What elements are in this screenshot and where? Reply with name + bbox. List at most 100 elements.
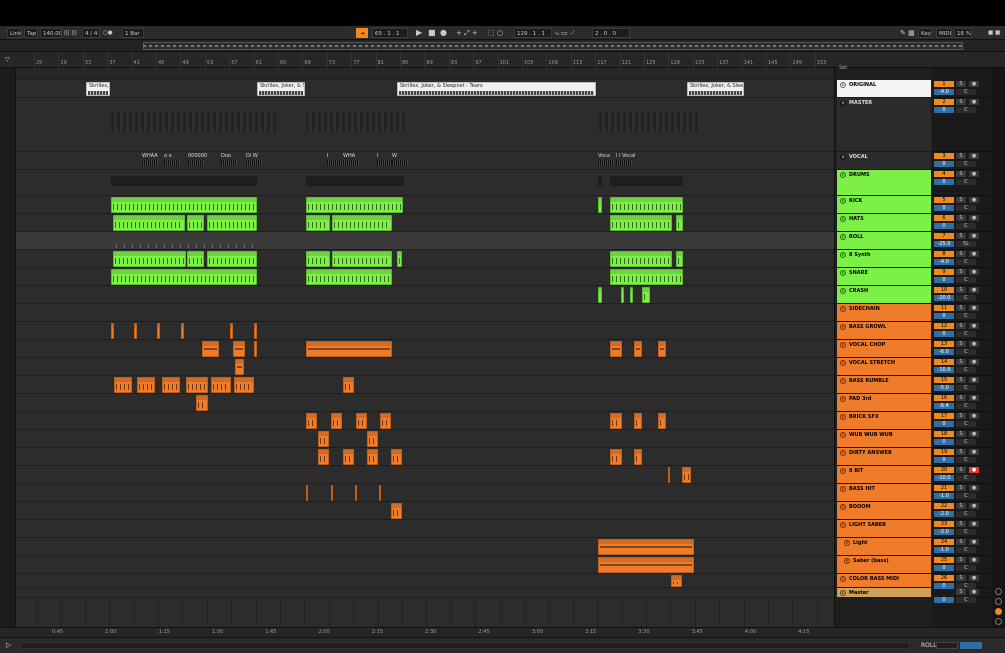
track-activator-button[interactable]: 13 bbox=[934, 341, 954, 347]
clip[interactable] bbox=[397, 251, 402, 267]
pan-field[interactable]: C bbox=[956, 367, 976, 373]
stop-icon[interactable]: ■ bbox=[428, 28, 436, 38]
arm-button[interactable]: ● bbox=[969, 395, 979, 401]
volume-field[interactable]: -2.0 bbox=[934, 529, 954, 535]
clip[interactable] bbox=[306, 269, 392, 285]
track-lane[interactable] bbox=[16, 448, 834, 466]
clip[interactable] bbox=[306, 251, 330, 267]
key-map-button[interactable]: Key bbox=[918, 28, 932, 38]
volume-field[interactable]: -20.0 bbox=[934, 295, 954, 301]
clip[interactable] bbox=[331, 485, 333, 501]
arm-button[interactable]: ● bbox=[969, 251, 979, 257]
arm-button[interactable]: ● bbox=[969, 233, 979, 239]
reference-clip[interactable]: Skrillex, Joker, & Sleepnet - Tears bbox=[397, 82, 596, 96]
volume-field[interactable]: 0 bbox=[934, 223, 954, 229]
clip[interactable] bbox=[610, 341, 622, 357]
clip[interactable] bbox=[111, 323, 114, 339]
clip[interactable] bbox=[610, 197, 683, 213]
clip[interactable] bbox=[332, 251, 392, 267]
clip[interactable] bbox=[181, 323, 184, 339]
clip[interactable] bbox=[367, 449, 378, 465]
clip[interactable] bbox=[391, 503, 402, 519]
pan-field[interactable]: C bbox=[956, 385, 976, 391]
fold-icon[interactable]: v bbox=[844, 558, 850, 564]
fold-icon[interactable]: v bbox=[840, 450, 846, 456]
arm-button[interactable]: ● bbox=[969, 485, 979, 491]
track-lane[interactable] bbox=[16, 556, 834, 574]
volume-field[interactable]: -2.0 bbox=[934, 511, 954, 517]
pan-field[interactable]: C bbox=[956, 511, 976, 517]
track-header-drums[interactable]: v DRUMS bbox=[837, 170, 931, 196]
track-header-master[interactable]: v Master bbox=[837, 588, 931, 598]
track-header-bass-hit[interactable]: v BASS HIT bbox=[837, 484, 931, 502]
fold-icon[interactable]: v bbox=[840, 378, 846, 384]
track-activator-button[interactable]: 26 bbox=[934, 575, 954, 581]
pan-field[interactable]: C bbox=[956, 421, 976, 427]
track-header-8-synth[interactable]: v8 Synth bbox=[837, 250, 931, 268]
track-activator-button[interactable]: 23 bbox=[934, 521, 954, 527]
track-header-master[interactable]: v MASTER bbox=[837, 98, 931, 152]
fold-icon[interactable]: v bbox=[840, 396, 846, 402]
volume-field[interactable]: 0 bbox=[934, 597, 954, 603]
pan-field[interactable]: C bbox=[956, 547, 976, 553]
arm-button[interactable]: ● bbox=[969, 449, 979, 455]
tempo-field[interactable]: 140.00 bbox=[40, 28, 62, 38]
track-header-vocal[interactable]: v VOCAL bbox=[837, 152, 931, 170]
solo-button[interactable]: S bbox=[956, 81, 966, 87]
clip[interactable] bbox=[137, 377, 155, 393]
clip[interactable] bbox=[642, 287, 650, 303]
track-activator-button[interactable]: 1 bbox=[934, 81, 954, 87]
fold-icon[interactable]: v bbox=[840, 468, 846, 474]
track-header-light-saber[interactable]: v LIGHT SABER bbox=[837, 520, 931, 538]
clip[interactable] bbox=[676, 215, 683, 231]
pan-field[interactable]: C bbox=[956, 259, 976, 265]
solo-button[interactable]: S bbox=[956, 251, 966, 257]
solo-button[interactable]: S bbox=[956, 323, 966, 329]
solo-button[interactable]: S bbox=[956, 521, 966, 527]
loop-length-field[interactable]: 2 . 0 . 0 bbox=[592, 28, 630, 38]
arm-button[interactable]: ● bbox=[969, 431, 979, 437]
track-lane[interactable] bbox=[16, 304, 834, 322]
fold-icon[interactable]: v bbox=[840, 486, 846, 492]
track-header-snare[interactable]: v SNARE bbox=[837, 268, 931, 286]
clip[interactable] bbox=[234, 377, 254, 393]
fold-icon[interactable]: v bbox=[840, 216, 846, 222]
vocal-clip-label[interactable]: 000000 bbox=[188, 153, 207, 159]
play-icon[interactable]: ▶ bbox=[416, 28, 422, 38]
solo-button[interactable]: S bbox=[956, 305, 966, 311]
volume-field[interactable]: 0 bbox=[934, 161, 954, 167]
clip[interactable] bbox=[318, 431, 329, 447]
track-activator-button[interactable]: 17 bbox=[934, 413, 954, 419]
clip[interactable] bbox=[233, 341, 245, 357]
track-activator-button[interactable]: 11 bbox=[934, 305, 954, 311]
clip[interactable] bbox=[356, 413, 367, 429]
track-header-crash[interactable]: v CRASH bbox=[837, 286, 931, 304]
track-header-wub-wub-wub[interactable]: v WUB WUB WUB bbox=[837, 430, 931, 448]
arm-button[interactable]: ● bbox=[969, 589, 979, 595]
pan-field[interactable]: C bbox=[956, 205, 976, 211]
track-activator-button[interactable]: 15 bbox=[934, 377, 954, 383]
arm-button[interactable]: ● bbox=[969, 413, 979, 419]
pan-field[interactable]: C bbox=[956, 295, 976, 301]
volume-field[interactable]: 0 bbox=[934, 439, 954, 445]
fold-icon[interactable]: v bbox=[840, 414, 846, 420]
track-header-booom[interactable]: v BOOOM bbox=[837, 502, 931, 520]
volume-field[interactable]: 0 bbox=[934, 205, 954, 211]
metronome-icon[interactable]: ○● bbox=[103, 28, 113, 38]
clip[interactable] bbox=[332, 215, 392, 231]
clip[interactable] bbox=[196, 395, 208, 411]
clip[interactable] bbox=[162, 377, 180, 393]
loop-start-field[interactable]: 129 . 1 . 1 bbox=[514, 28, 552, 38]
solo-button[interactable]: S bbox=[956, 557, 966, 563]
vocal-clip-label[interactable]: Voca bbox=[598, 153, 610, 159]
volume-field[interactable]: -6.0 bbox=[934, 349, 954, 355]
track-activator-button[interactable]: 12 bbox=[934, 323, 954, 329]
solo-button[interactable]: S bbox=[956, 539, 966, 545]
fold-icon[interactable]: v bbox=[840, 288, 846, 294]
fold-icon[interactable]: v bbox=[840, 198, 846, 204]
clip[interactable] bbox=[367, 431, 378, 447]
fold-icon[interactable]: v bbox=[840, 172, 846, 178]
link-button[interactable]: Link bbox=[7, 28, 22, 38]
vocal-clip-label[interactable]: o o bbox=[164, 153, 172, 159]
track-activator-button[interactable]: 16 bbox=[934, 395, 954, 401]
